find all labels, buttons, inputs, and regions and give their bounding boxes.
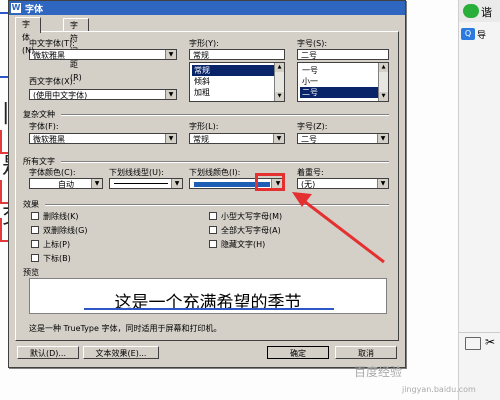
watermark-url: jingyan.baidu.com [402,385,476,394]
tab-font[interactable]: 字体(N) [15,17,42,55]
annotation-arrow-icon [292,192,385,264]
watermark: 百度经验 [354,365,403,379]
